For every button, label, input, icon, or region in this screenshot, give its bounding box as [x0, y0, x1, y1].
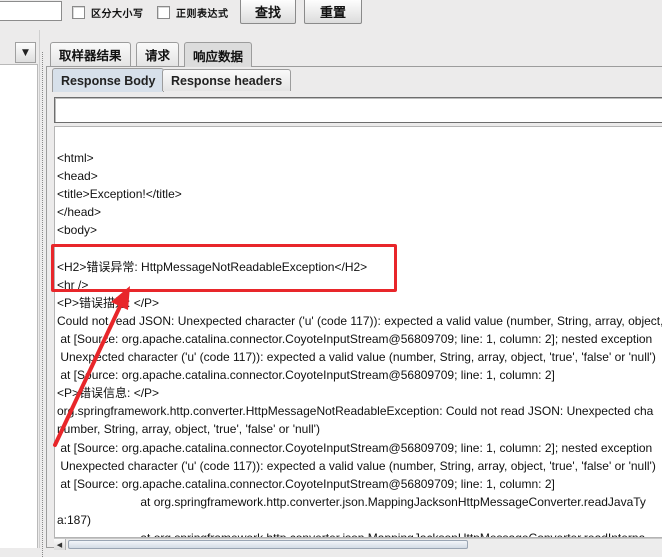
result-tree-header: ▼: [0, 39, 38, 65]
response-body-text: <html> <head> <title>Exception!</title> …: [57, 149, 662, 538]
search-input[interactable]: [0, 1, 62, 21]
response-line: <html>: [57, 151, 94, 165]
result-area: 取样器结果 请求 响应数据 Response Body Response hea…: [46, 38, 662, 550]
response-line: a:187): [57, 512, 92, 527]
response-line: at [Source: org.apache.catalina.connecto…: [60, 440, 653, 455]
response-line: <P>错误描述: </P>: [57, 295, 160, 310]
response-line: at org.springframework.http.converter.js…: [140, 530, 646, 538]
search-toolbar: 区分大小写 正则表达式 查找 重置: [0, 0, 662, 30]
response-line: at org.springframework.http.converter.js…: [140, 494, 646, 509]
renderer-dropdown[interactable]: ▼: [15, 42, 36, 63]
subtab-response-headers[interactable]: Response headers: [162, 69, 292, 91]
subtab-response-body[interactable]: Response Body: [52, 68, 165, 92]
response-line: Unexpected character ('u' (code 117)): e…: [60, 458, 656, 473]
case-sensitive-checkbox[interactable]: [72, 5, 85, 19]
response-line: at [Source: org.apache.catalina.connecto…: [60, 476, 555, 491]
response-find-input[interactable]: [54, 97, 662, 123]
find-button[interactable]: 查找: [240, 0, 296, 24]
chevron-down-icon: ▼: [22, 47, 29, 58]
response-line: <title>Exception!</title>: [57, 187, 182, 202]
response-line: number, String, array, object, 'true', '…: [57, 422, 320, 437]
regex-option[interactable]: 正则表达式: [157, 3, 229, 21]
panel-splitter[interactable]: [39, 30, 46, 557]
response-line: Could not read JSON: Unexpected characte…: [57, 313, 662, 328]
response-line: <P>错误信息: </P>: [57, 386, 160, 401]
case-sensitive-option[interactable]: 区分大小写: [72, 3, 144, 21]
annotation-highlight-box: [51, 244, 397, 292]
tab-request[interactable]: 请求: [136, 42, 180, 66]
response-line: Unexpected character ('u' (code 117)): e…: [60, 350, 656, 365]
case-sensitive-label: 区分大小写: [91, 8, 144, 20]
response-line: <head>: [57, 169, 98, 184]
response-line: <body>: [57, 223, 98, 238]
regex-checkbox[interactable]: [157, 5, 170, 19]
response-line: org.springframework.http.converter.HttpM…: [57, 404, 654, 419]
scroll-left-icon[interactable]: ◀: [54, 539, 66, 550]
tab-sampler-result[interactable]: 取样器结果: [50, 42, 131, 66]
regex-label: 正则表达式: [176, 8, 229, 20]
response-line: </head>: [57, 205, 102, 220]
response-body-view[interactable]: <html> <head> <title>Exception!</title> …: [54, 126, 662, 538]
response-line: at [Source: org.apache.catalina.connecto…: [60, 368, 555, 383]
splitter-grip: [42, 52, 44, 557]
horizontal-scrollbar[interactable]: ◀: [54, 538, 662, 550]
result-tree-panel: ▼: [0, 39, 38, 548]
response-line: at [Source: org.apache.catalina.connecto…: [60, 331, 653, 346]
reset-button[interactable]: 重置: [304, 0, 362, 24]
tab-response-data[interactable]: 响应数据: [184, 42, 253, 67]
